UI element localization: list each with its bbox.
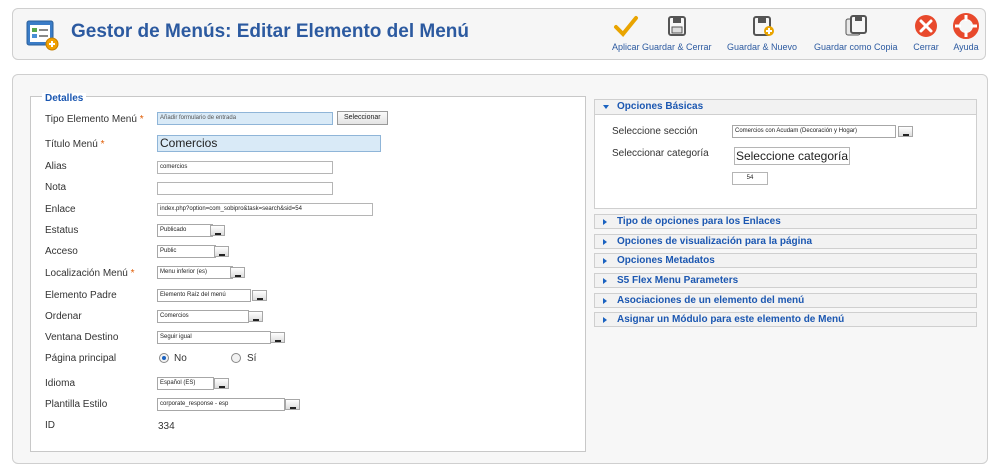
- alias-input[interactable]: comercios: [157, 161, 333, 174]
- category-label: Seleccionar categoría: [612, 148, 709, 159]
- menu-location-label: Localización Menú *: [45, 268, 135, 279]
- help-icon: [953, 13, 979, 39]
- save-copy-label: Guardar como Copia: [814, 42, 898, 52]
- order-dropdown-arrow-icon[interactable]: [248, 311, 263, 322]
- section-dropdown-arrow-icon[interactable]: [898, 126, 913, 137]
- save-new-button[interactable]: Guardar & Nuevo: [727, 13, 797, 52]
- order-select[interactable]: Comercios: [157, 310, 249, 323]
- id-label: ID: [45, 420, 55, 431]
- panel-page-display-options[interactable]: Opciones de visualización para la página: [594, 234, 977, 249]
- target-select[interactable]: Seguir igual: [157, 331, 271, 344]
- save-icon: [667, 16, 686, 36]
- panel-associations[interactable]: Asociaciones de un elemento del menú: [594, 293, 977, 308]
- save-close-label: Guardar & Cerrar: [642, 42, 712, 52]
- order-label: Ordenar: [45, 311, 82, 322]
- collapsed-arrow-icon: [603, 317, 607, 323]
- header-bar: Gestor de Menús: Editar Elemento del Men…: [12, 8, 986, 60]
- id-value: 334: [158, 421, 175, 432]
- details-legend: Detalles: [42, 93, 87, 104]
- save-copy-icon: [845, 15, 867, 36]
- access-select[interactable]: Public: [157, 245, 216, 258]
- panel-metadata-options[interactable]: Opciones Metadatos: [594, 253, 977, 268]
- template-label: Plantilla Estilo: [45, 399, 108, 410]
- home-no-radio[interactable]: [159, 353, 169, 363]
- panel-link-type-options[interactable]: Tipo de opciones para los Enlaces: [594, 214, 977, 229]
- check-icon: [613, 16, 638, 37]
- save-close-button[interactable]: Guardar & Cerrar: [642, 13, 712, 52]
- menu-title-input[interactable]: Comercios: [157, 135, 381, 152]
- collapsed-arrow-icon: [603, 219, 607, 225]
- parent-dropdown-arrow-icon[interactable]: [252, 290, 267, 301]
- page-title: Gestor de Menús: Editar Elemento del Men…: [71, 21, 470, 42]
- home-yes-label: Sí: [247, 353, 257, 364]
- title-label: Título Menú *: [45, 139, 105, 150]
- template-select[interactable]: corporate_response - esp: [157, 398, 285, 411]
- target-label: Ventana Destino: [45, 332, 119, 343]
- apply-label: Aplicar: [612, 42, 640, 52]
- basic-options-title: Opciones Básicas: [617, 101, 704, 112]
- access-dropdown-arrow-icon[interactable]: [214, 246, 229, 257]
- menu-location-dropdown-arrow-icon[interactable]: [230, 267, 245, 278]
- panel-title: S5 Flex Menu Parameters: [617, 275, 739, 286]
- home-yes-radio[interactable]: [231, 353, 241, 363]
- expanded-arrow-icon: [603, 105, 609, 109]
- close-icon: [915, 15, 937, 37]
- menu-manager-logo-icon: [25, 19, 59, 51]
- collapsed-arrow-icon: [603, 258, 607, 264]
- language-select[interactable]: Español (ES): [157, 377, 214, 390]
- select-type-button[interactable]: Seleccionar: [337, 111, 388, 125]
- panel-title: Opciones Metadatos: [617, 255, 715, 266]
- panel-s5-flex-menu[interactable]: S5 Flex Menu Parameters: [594, 273, 977, 288]
- panel-title: Asociaciones de un elemento del menú: [617, 295, 805, 306]
- save-copy-button[interactable]: Guardar como Copia: [814, 13, 898, 52]
- section-label: Seleccione sección: [612, 126, 698, 137]
- access-label: Acceso: [45, 246, 78, 257]
- language-label: Idioma: [45, 378, 76, 389]
- close-button[interactable]: Cerrar: [913, 13, 939, 52]
- parent-label: Elemento Padre: [45, 290, 117, 301]
- target-dropdown-arrow-icon[interactable]: [270, 332, 285, 343]
- panel-title: Opciones de visualización para la página: [617, 236, 813, 247]
- home-no-label: No: [174, 353, 187, 364]
- basic-options-header[interactable]: Opciones Básicas: [595, 100, 976, 115]
- save-new-label: Guardar & Nuevo: [727, 42, 798, 52]
- note-input[interactable]: [157, 182, 333, 195]
- menu-item-type-input[interactable]: Añadir formulario de entrada: [157, 112, 333, 125]
- alias-label: Alias: [45, 161, 67, 172]
- parent-select[interactable]: Elemento Raíz del menú: [157, 289, 251, 302]
- save-new-icon: [753, 16, 775, 36]
- note-label: Nota: [45, 182, 67, 193]
- type-label: Tipo Elemento Menú *: [45, 114, 144, 125]
- panel-assign-module[interactable]: Asignar un Módulo para este elemento de …: [594, 312, 977, 327]
- help-label: Ayuda: [953, 42, 979, 52]
- home-label: Página principal: [45, 353, 117, 364]
- panel-title: Asignar un Módulo para este elemento de …: [617, 314, 845, 325]
- collapsed-arrow-icon: [603, 239, 607, 245]
- template-dropdown-arrow-icon[interactable]: [285, 399, 300, 410]
- status-dropdown-arrow-icon[interactable]: [210, 225, 225, 236]
- collapsed-arrow-icon: [603, 298, 607, 304]
- help-button[interactable]: Ayuda: [953, 13, 979, 52]
- category-id-input[interactable]: 54: [732, 172, 768, 185]
- select-category-button[interactable]: Seleccione categoría: [734, 147, 850, 165]
- status-select[interactable]: Publicado: [157, 224, 213, 237]
- link-label: Enlace: [45, 204, 76, 215]
- panel-title: Tipo de opciones para los Enlaces: [617, 216, 781, 227]
- section-select[interactable]: Comercios con Acudam (Decoración y Hogar…: [732, 125, 896, 138]
- menu-location-select[interactable]: Menu inferior (es): [157, 266, 233, 279]
- apply-button[interactable]: Aplicar: [612, 13, 640, 52]
- close-label: Cerrar: [913, 42, 939, 52]
- collapsed-arrow-icon: [603, 278, 607, 284]
- language-dropdown-arrow-icon[interactable]: [214, 378, 229, 389]
- status-label: Estatus: [45, 225, 79, 236]
- link-input[interactable]: index.php?option=com_sobipro&task=search…: [157, 203, 373, 216]
